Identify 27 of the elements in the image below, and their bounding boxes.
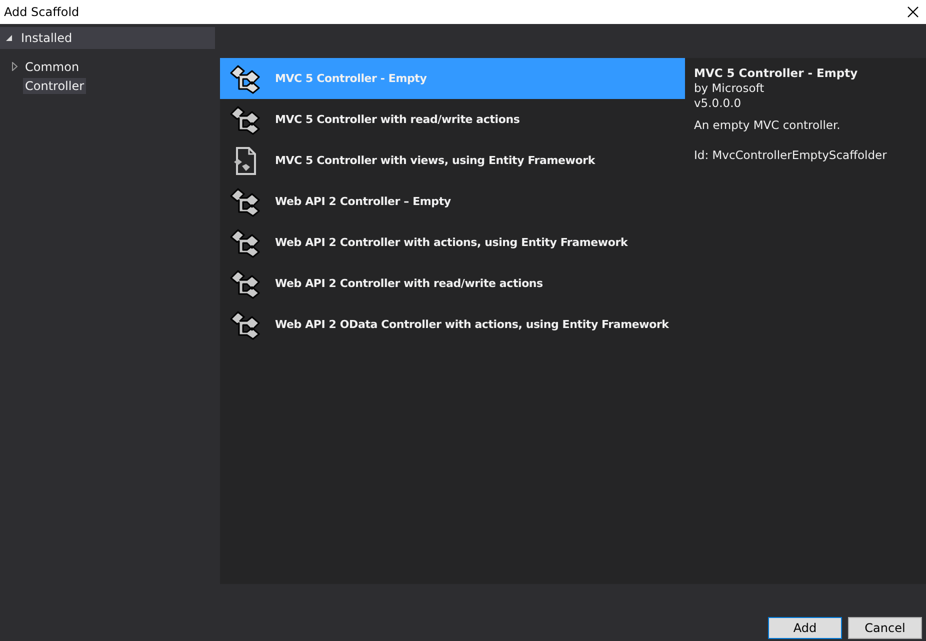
tree-header[interactable]: Installed: [0, 27, 215, 50]
details-version: v5.0.0.0: [694, 96, 742, 112]
tree-item[interactable]: Common: [23, 58, 82, 75]
details-id: Id: MvcControllerEmptyScaffolder: [694, 148, 888, 164]
controller-icon: [228, 228, 262, 258]
close-button[interactable]: [907, 6, 919, 18]
template-item[interactable]: Web API 2 Controller with actions, using Entity Framework: [220, 222, 685, 264]
details-title: MVC 5 Controller - Empty: [694, 66, 859, 82]
controller-icon: [228, 104, 262, 135]
details-author: by Microsoft: [694, 81, 766, 96]
controller-icon: [228, 186, 262, 217]
template-item[interactable]: MVC 5 Controller with read/write actions: [220, 99, 685, 140]
template-item[interactable]: Web API 2 Controller – Empty: [220, 181, 685, 222]
details-description: An empty MVC controller.: [694, 118, 842, 134]
dialog-button[interactable]: Cancel: [848, 617, 922, 639]
dialog-button[interactable]: Add: [768, 617, 842, 639]
controller-icon: [228, 268, 262, 299]
template-item[interactable]: MVC 5 Controller with views, using Entity Framework: [220, 140, 685, 182]
controller-icon: [228, 310, 262, 340]
collapsed-icon[interactable]: [11, 62, 19, 72]
controller-icon: [228, 64, 262, 94]
window-title: Add Scaffold: [3, 5, 80, 20]
close-icon: [907, 6, 919, 18]
template-item[interactable]: Web API 2 Controller with read/write actions: [220, 263, 685, 304]
tree-item[interactable]: Controller: [23, 78, 86, 94]
tree-label: Installed: [21, 31, 72, 46]
template-item[interactable]: Web API 2 OData Controller with actions, using Entity Framework: [220, 304, 685, 346]
